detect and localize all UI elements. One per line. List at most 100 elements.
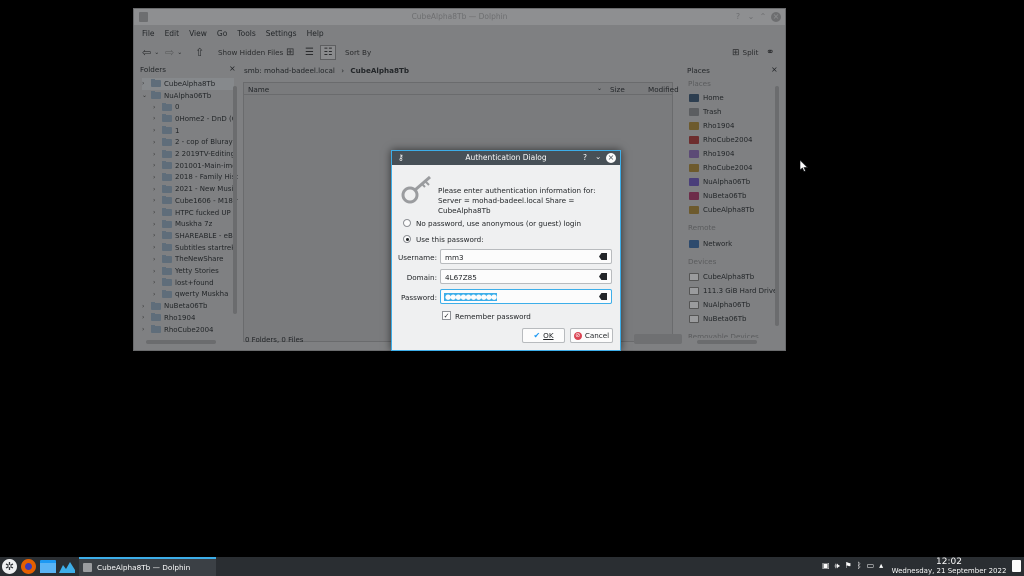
forward-button[interactable]: ⇨ ⌄ <box>165 45 182 60</box>
use-password-radio[interactable] <box>403 235 411 243</box>
clear-icon[interactable] <box>599 253 607 260</box>
tree-item[interactable]: › SHAREABLE - eBo <box>153 230 237 242</box>
device-item[interactable]: NuAlpha06Tb <box>689 298 750 311</box>
place-network[interactable]: Network <box>689 237 732 250</box>
menu-help[interactable]: Help <box>307 29 324 38</box>
show-hidden-files-button[interactable]: Show Hidden Files <box>218 45 283 60</box>
window-titlebar[interactable]: CubeAlpha8Tb — Dolphin ? ⌄ ⌃ × <box>134 9 785 25</box>
use-password-label[interactable]: Use this password: <box>416 235 484 244</box>
menu-go[interactable]: Go <box>217 29 227 38</box>
cancel-button[interactable]: ⊘ Cancel <box>570 328 613 343</box>
places-scrollbar[interactable] <box>775 86 779 326</box>
expand-tray-icon[interactable]: ▴ <box>879 561 883 571</box>
tree-item[interactable]: › TheNewShare <box>153 254 224 266</box>
tree-item[interactable]: › 2 - cop of Bluray f <box>153 137 237 149</box>
breadcrumb-current[interactable]: CubeAlpha8Tb <box>350 66 409 75</box>
tree-item[interactable]: › 2018 - Family Hist <box>153 172 238 184</box>
tree-item[interactable]: ⌄ NuAlpha06Tb <box>142 90 211 102</box>
tree-item[interactable]: › 0 <box>153 101 179 113</box>
tree-item[interactable]: › qwerty Muskha <box>153 289 228 301</box>
clipboard-icon[interactable]: ▣ <box>822 561 830 571</box>
firefox-icon[interactable] <box>21 559 36 574</box>
tree-item[interactable]: › HTPC fucked UP <box>153 207 231 219</box>
folders-hscrollbar[interactable] <box>146 340 216 344</box>
menu-settings[interactable]: Settings <box>266 29 297 38</box>
place-item[interactable]: NuAlpha06Tb <box>689 175 750 188</box>
help-icon[interactable]: ? <box>733 12 743 22</box>
place-home[interactable]: Home <box>689 91 724 104</box>
breadcrumb-parent[interactable]: smb: mohad-badeel.local <box>244 66 335 75</box>
tree-item[interactable]: › Muskha 7z <box>153 218 212 230</box>
ok-button[interactable]: ✔ OK <box>522 328 565 343</box>
sort-by-button[interactable]: Sort By <box>345 45 371 60</box>
column-size[interactable]: Size <box>610 85 625 94</box>
tree-item[interactable]: › 0Home2 - DnD (O <box>153 113 237 125</box>
up-button[interactable]: ⇧ <box>195 45 204 60</box>
anonymous-radio[interactable] <box>403 219 411 227</box>
place-item[interactable]: Rho1904 <box>689 147 734 160</box>
network-icon[interactable]: ▭ <box>867 561 875 571</box>
device-item[interactable]: NuBeta06Tb <box>689 312 746 325</box>
places-hscrollbar[interactable] <box>697 340 757 344</box>
tree-item[interactable]: › lost+found <box>153 277 214 289</box>
domain-field[interactable]: 4L67Z85 <box>440 269 612 284</box>
notifications-icon[interactable]: ⚑ <box>845 561 852 571</box>
place-item[interactable]: CubeAlpha8Tb <box>689 203 754 216</box>
anonymous-label[interactable]: No password, use anonymous (or guest) lo… <box>416 219 581 228</box>
clear-icon[interactable] <box>599 293 607 300</box>
zoom-slider[interactable] <box>634 334 682 344</box>
menu-view[interactable]: View <box>189 29 207 38</box>
help-icon[interactable]: ? <box>583 153 587 162</box>
places-panel-close-icon[interactable]: × <box>771 65 778 74</box>
details-view-button[interactable]: ☷ <box>320 45 336 60</box>
folders-panel-close-icon[interactable]: × <box>229 64 236 73</box>
place-item[interactable]: NuBeta06Tb <box>689 189 746 202</box>
tree-item[interactable]: › Rho1904 <box>142 312 195 324</box>
remember-label[interactable]: Remember password <box>455 312 531 321</box>
close-icon[interactable]: × <box>771 12 781 22</box>
tree-item[interactable]: › NuBeta06Tb <box>142 300 207 312</box>
tree-item[interactable]: › 201001-Main-img <box>153 160 237 172</box>
close-icon[interactable]: × <box>606 153 616 163</box>
tree-item[interactable]: › Subtitles startrek <box>153 242 235 254</box>
tree-item[interactable]: › CubeAlpha8Tb <box>142 78 234 90</box>
tree-item[interactable]: › Yetty Stories <box>153 265 219 277</box>
menu-edit[interactable]: Edit <box>165 29 180 38</box>
column-modified[interactable]: Modified <box>648 85 679 94</box>
column-name[interactable]: Name <box>248 85 269 94</box>
split-button[interactable]: ⊞ Split <box>732 45 758 60</box>
maximize-icon[interactable]: ⌃ <box>758 12 768 22</box>
bluetooth-icon[interactable]: ᛒ <box>857 561 862 571</box>
minimize-icon[interactable]: ⌄ <box>595 152 601 161</box>
place-trash[interactable]: Trash <box>689 105 722 118</box>
clear-icon[interactable] <box>599 273 607 280</box>
device-item[interactable]: 111.3 GiB Hard Drive <box>689 284 777 297</box>
password-field[interactable]: ●●●●●●●●●● <box>440 289 612 304</box>
system-monitor-icon[interactable] <box>59 560 75 573</box>
compact-view-button[interactable]: ☰ <box>305 45 314 60</box>
folders-scrollbar[interactable] <box>233 86 237 314</box>
tree-item[interactable]: › 1 <box>153 125 179 137</box>
task-dolphin[interactable]: CubeAlpha8Tb — Dolphin <box>79 557 216 576</box>
device-item[interactable]: CubeAlpha8Tb <box>689 270 754 283</box>
tree-item[interactable]: › RhoCube2004 <box>142 324 213 336</box>
tree-item[interactable]: › Cube1606 - M18 r <box>153 195 238 207</box>
minimize-icon[interactable]: ⌄ <box>746 12 756 22</box>
dolphin-launcher-icon[interactable] <box>40 560 56 573</box>
place-item[interactable]: Rho1904 <box>689 119 734 132</box>
tree-item[interactable]: › 2 2019TV-Editing <box>153 148 235 160</box>
remember-checkbox[interactable]: ✓ <box>442 311 451 320</box>
tree-item[interactable]: › 2021 - New Music <box>153 183 237 195</box>
clock[interactable]: 12:02 Wednesday, 21 September 2022 <box>890 557 1008 576</box>
place-item[interactable]: RhoCube2004 <box>689 161 752 174</box>
icons-view-button[interactable]: ⊞ <box>286 45 294 60</box>
app-launcher-icon[interactable]: ✲ <box>2 559 17 574</box>
menu-file[interactable]: File <box>142 29 155 38</box>
username-field[interactable]: mm3 <box>440 249 612 264</box>
place-item[interactable]: RhoCube2004 <box>689 133 752 146</box>
search-button[interactable]: ⚭ <box>766 45 774 60</box>
dialog-titlebar[interactable]: ⚷ Authentication Dialog ? ⌄ × <box>392 151 620 165</box>
back-button[interactable]: ⇦ ⌄ <box>142 45 159 60</box>
volume-icon[interactable]: 🕪 <box>835 561 840 571</box>
show-desktop-icon[interactable] <box>1012 560 1021 572</box>
